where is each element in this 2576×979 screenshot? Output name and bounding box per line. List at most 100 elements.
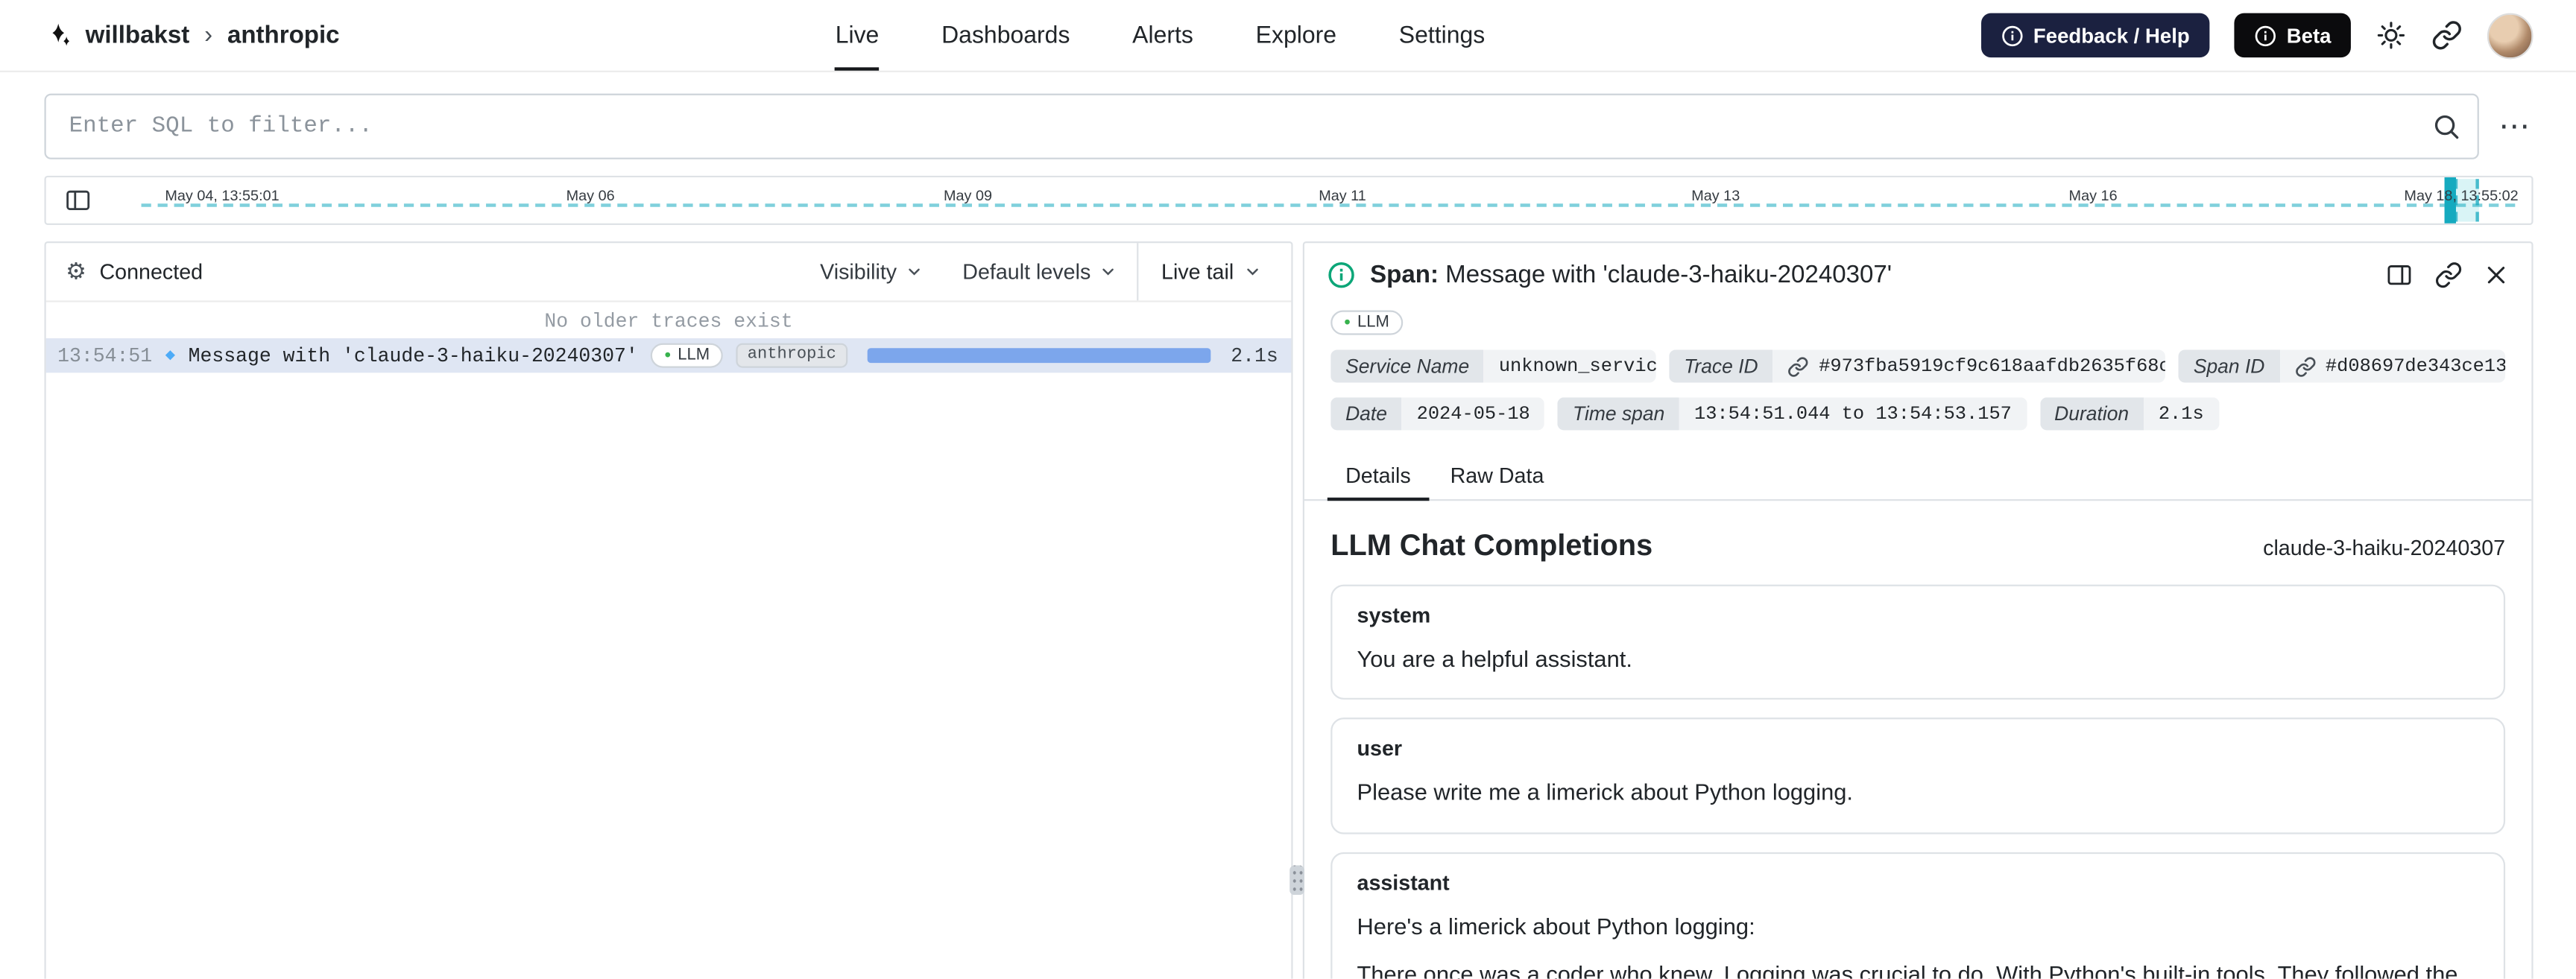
span-tabs: Details Raw Data [1304,452,2532,501]
visibility-label: Visibility [820,259,897,285]
user-avatar[interactable] [2487,12,2534,59]
app-window: willbakst › anthropic Live Dashboards Al… [0,0,2576,979]
duration-bar [867,348,1211,364]
live-tail-label: Live tail [1161,259,1234,285]
timeline-tick: May 13 [1691,187,1740,204]
filter-more-options-icon[interactable]: ⋯ [2496,111,2534,142]
breadcrumb-project[interactable]: anthropic [227,22,340,49]
breadcrumb: willbakst › anthropic [45,22,340,49]
message-content: You are a helpful assistant. [1357,645,1632,672]
llm-section-header: LLM Chat Completions claude-3-haiku-2024… [1304,501,2531,566]
span-properties-row-2: Date 2024-05-18 Time span 13:54:51.044 t… [1304,397,2531,431]
span-panel-actions [2385,261,2508,288]
trace-duration: 2.1s [1231,343,1278,367]
nav-item-live[interactable]: Live [835,0,880,71]
property-value: unknown_service [1498,355,1656,377]
beta-button[interactable]: Beta [2234,13,2351,58]
property-date: Date 2024-05-18 [1330,397,1545,431]
message-content: Please write me a limerick about Python … [1357,779,1853,805]
breadcrumb-separator-icon: › [204,21,213,50]
timeline-tick: May 04, 13:55:01 [165,187,280,204]
section-title: LLM Chat Completions [1330,528,1653,562]
expand-panel-icon[interactable] [2385,261,2413,288]
default-levels-label: Default levels [962,259,1091,285]
timeline-tick: May 09 [943,187,993,204]
message-content: Here's a limerick about Python logging: [1357,912,1755,939]
timeline-tick: May 11 [1319,187,1366,204]
span-panel-header: Span: Message with 'claude-3-haiku-20240… [1304,243,2531,299]
connection-status: Connected [99,259,203,285]
timeline-tick: May 18, 13:55:02 [2404,187,2519,204]
trace-title: Message with 'claude-3-haiku-20240307' [188,343,638,367]
message-role: assistant [1357,869,1450,895]
top-navbar: willbakst › anthropic Live Dashboards Al… [0,0,2576,72]
nav-item-explore[interactable]: Explore [1256,0,1336,71]
llm-type-badge: ● LLM [1330,310,1403,335]
span-type-badge-row: ● LLM [1304,299,2531,335]
span-title-label: Span: [1370,261,1439,289]
chevron-down-icon [1099,263,1117,281]
property-value: #973fba5919cf9c618aafdb2635f68c44 [1819,355,2166,377]
search-icon[interactable] [2431,112,2461,142]
property-span-id[interactable]: Span ID #d08697de343ce138 [2178,349,2506,383]
theme-toggle-sun-icon[interactable] [2375,19,2407,51]
visibility-dropdown[interactable]: Visibility [801,259,943,284]
beta-label: Beta [2286,23,2332,47]
timeline-tick: May 16 [2068,187,2118,204]
timeline-tick: May 06 [566,187,615,204]
share-link-icon[interactable] [2431,19,2463,51]
message-card-user: user Please write me a limerick about Py… [1330,717,2506,834]
property-service-name: Service Name unknown_service [1330,349,1656,383]
property-value: 2024-05-18 [1416,403,1530,425]
timeline-dashed-line [141,203,2516,207]
property-trace-id[interactable]: Trace ID #973fba5919cf9c618aafdb2635f68c… [1669,349,2166,383]
property-label: Span ID [2178,349,2280,383]
model-name: claude-3-haiku-20240307 [2263,535,2506,560]
time-range-histogram[interactable]: May 04, 13:55:01 May 06 May 09 May 11 Ma… [44,175,2534,225]
feedback-help-label: Feedback / Help [2033,23,2190,47]
sql-input-wrap [44,93,2479,159]
nav-item-alerts[interactable]: Alerts [1132,0,1193,71]
property-value: 2.1s [2158,403,2204,425]
property-value: #d08697de343ce138 [2325,355,2506,377]
property-label: Date [1330,397,1402,431]
link-icon [2294,355,2316,377]
close-icon[interactable] [2484,263,2508,288]
traces-panel: ⚙ Connected Visibility Default levels Li… [44,241,1293,979]
live-tail-dropdown[interactable]: Live tail [1136,243,1291,301]
main-nav: Live Dashboards Alerts Explore Settings [340,0,1981,71]
green-dot-icon: ● [1343,317,1351,329]
chevron-down-icon [1243,263,1261,281]
nav-item-settings[interactable]: Settings [1399,0,1486,71]
sql-filter-input[interactable] [44,93,2479,159]
property-duration: Duration 2.1s [2039,397,2219,431]
info-circle-icon [2254,24,2277,47]
llm-type-badge: ● LLM [651,343,723,368]
message-role: user [1357,736,1403,761]
span-diamond-icon: ◆ [165,347,176,366]
gear-icon[interactable]: ⚙ [66,258,86,285]
nav-item-dashboards[interactable]: Dashboards [941,0,1070,71]
main-content: ⚙ Connected Visibility Default levels Li… [44,241,2534,979]
property-label: Trace ID [1669,349,1773,383]
no-older-traces-message: No older traces exist [544,310,793,334]
trace-timestamp: 13:54:51 [57,343,153,367]
link-icon [1787,355,1809,377]
app-logo-icon[interactable] [45,22,72,49]
panel-divider [1289,241,1304,979]
breadcrumb-org[interactable]: willbakst [86,22,190,49]
copy-link-icon[interactable] [2434,261,2462,288]
message-role: system [1357,602,1431,627]
tab-raw-data[interactable]: Raw Data [1432,452,1562,501]
trace-row[interactable]: 13:54:51 ◆ Message with 'claude-3-haiku-… [45,338,1292,373]
span-detail-panel: Span: Message with 'claude-3-haiku-20240… [1302,241,2534,979]
resize-handle[interactable] [1289,865,1304,896]
feedback-help-button[interactable]: Feedback / Help [1980,13,2210,58]
timeline-track[interactable]: May 04, 13:55:01 May 06 May 09 May 11 Ma… [141,177,2519,224]
span-title-text: Message with 'claude-3-haiku-20240307' [1445,261,1892,289]
default-levels-dropdown[interactable]: Default levels [943,259,1137,284]
traces-controls: Visibility Default levels Live tail [801,243,1292,301]
tab-details[interactable]: Details [1327,452,1429,501]
filter-bar: ⋯ [44,93,2534,159]
sidebar-toggle-icon[interactable] [64,186,92,214]
